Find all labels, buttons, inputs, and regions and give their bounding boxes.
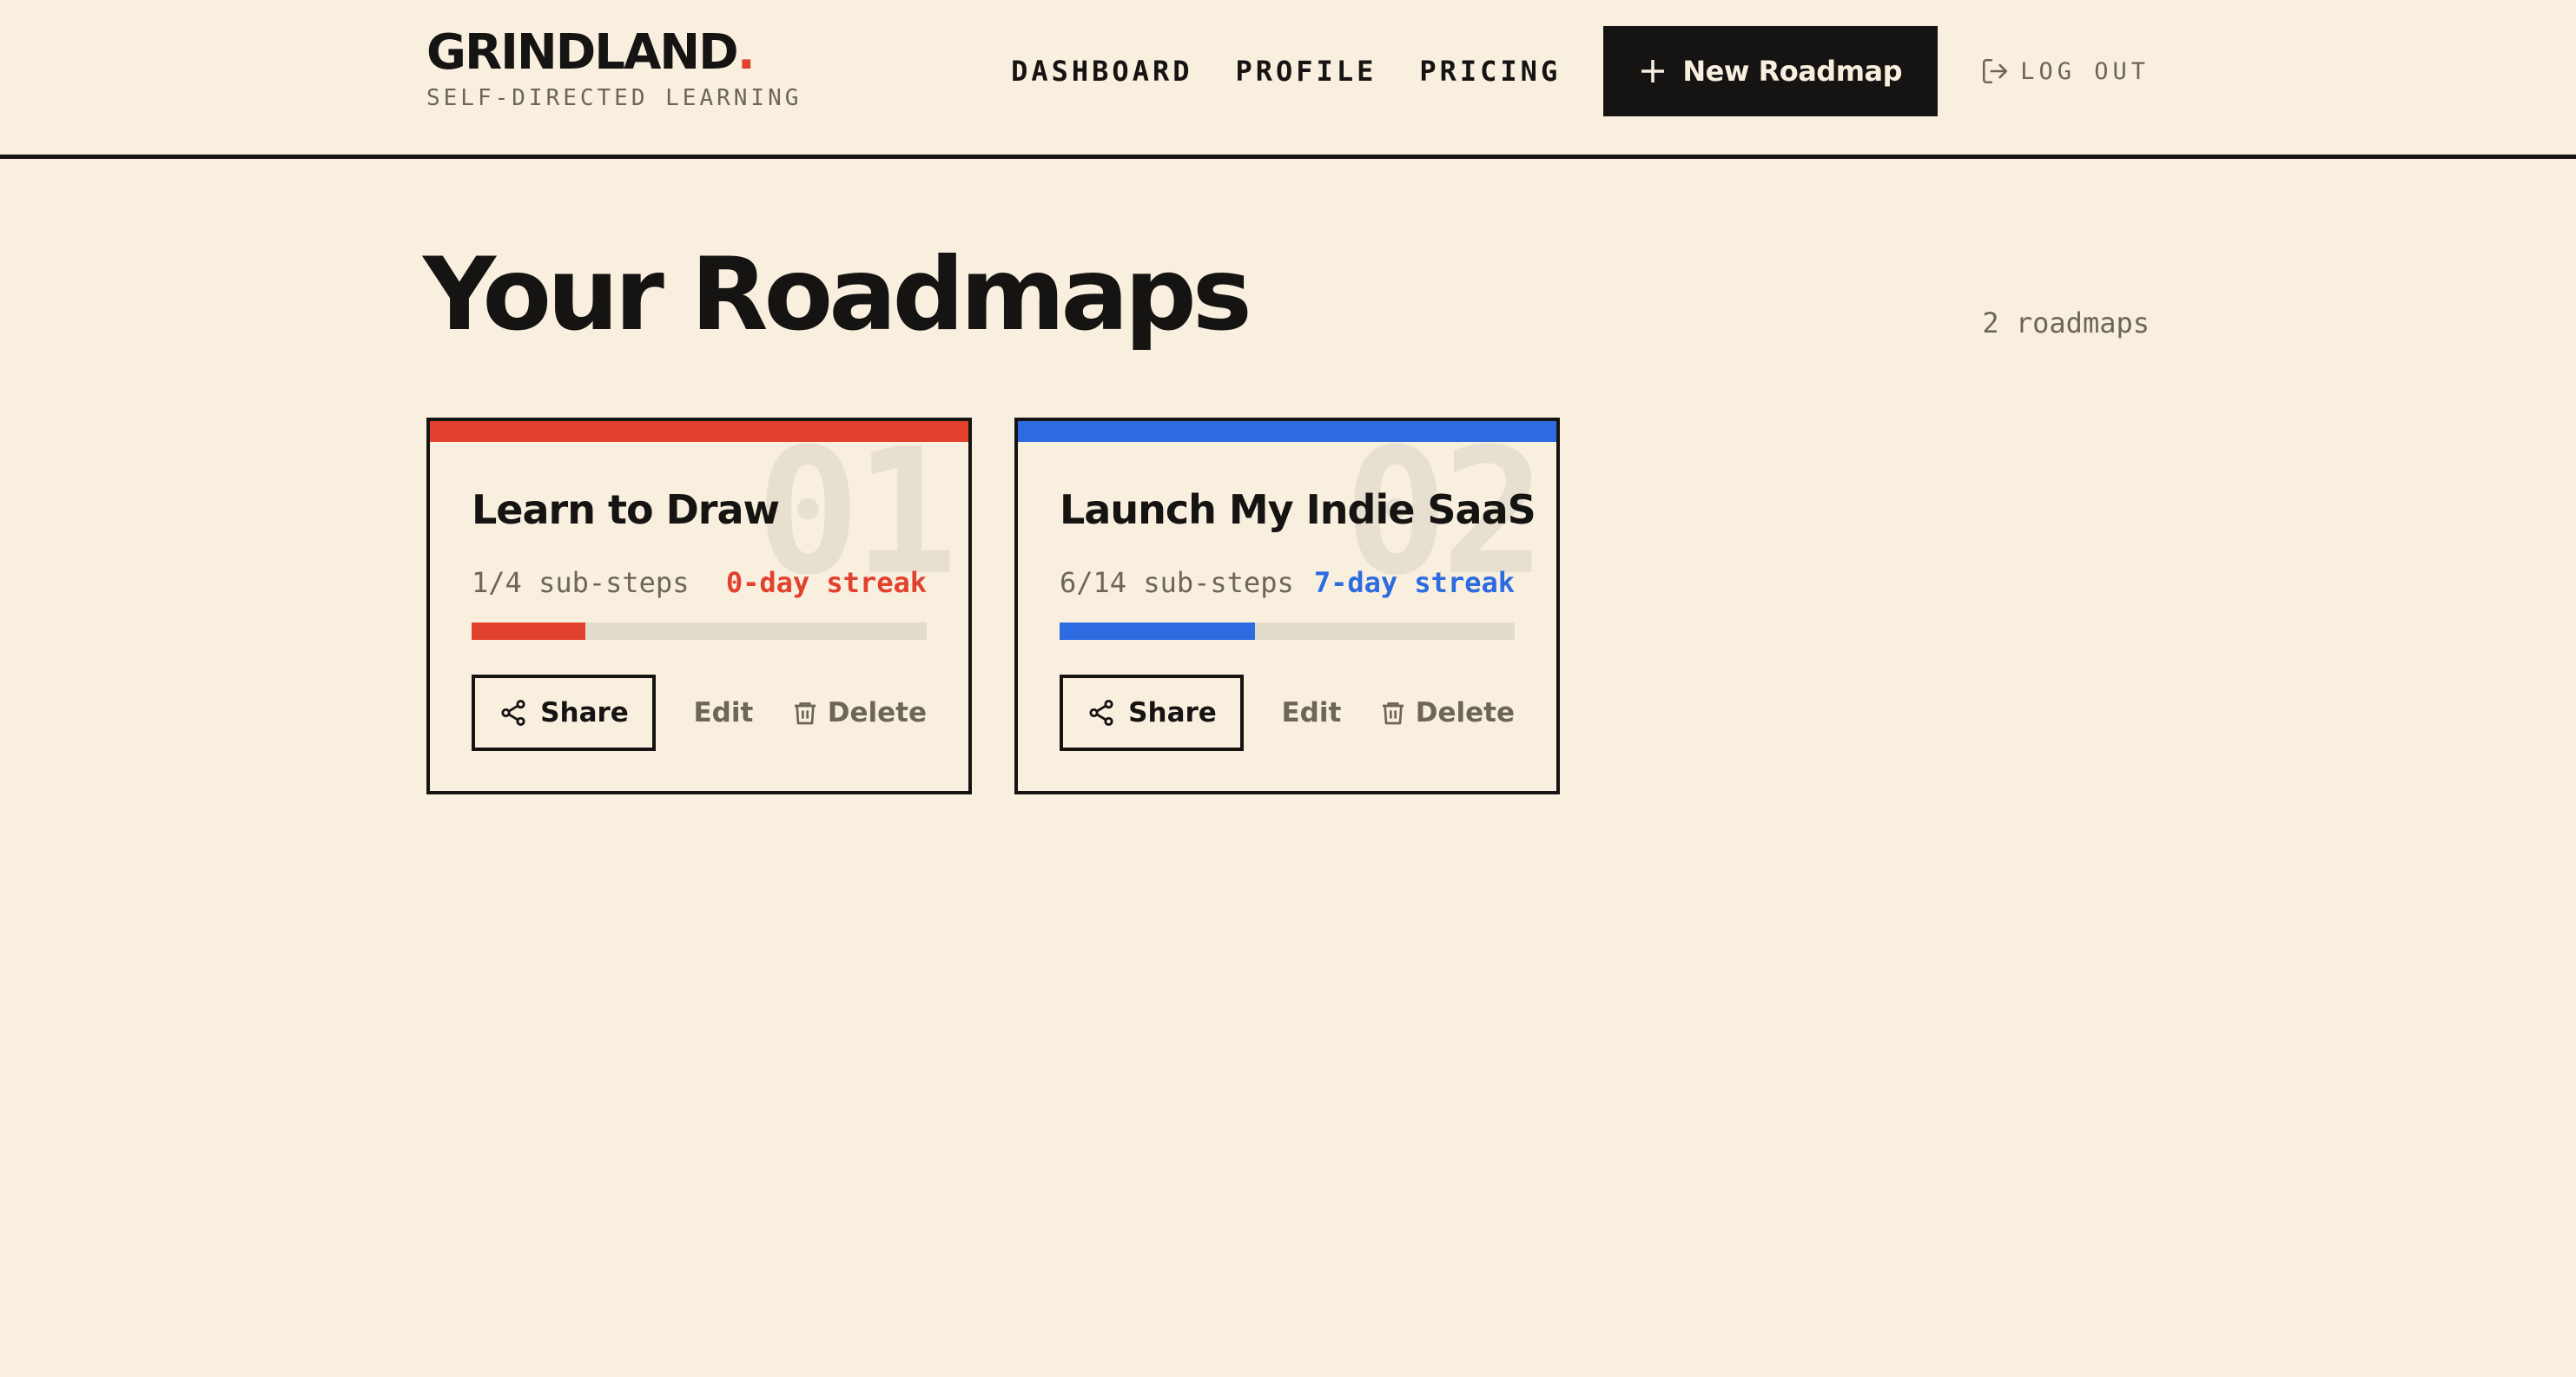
- logo[interactable]: GRINDLAND.: [426, 26, 802, 80]
- share-label: Share: [540, 697, 629, 728]
- card-actions: Share Edit Delete: [472, 675, 927, 751]
- logout-label: LOG OUT: [2020, 57, 2150, 85]
- new-roadmap-label: New Roadmap: [1682, 55, 1903, 88]
- substeps-count: 1/4 sub-steps: [472, 566, 690, 599]
- share-label: Share: [1128, 697, 1217, 728]
- delete-label: Delete: [827, 697, 927, 728]
- trash-icon: [794, 702, 816, 725]
- logout-icon: [1983, 58, 2008, 84]
- progress-bar: [472, 623, 927, 640]
- main-nav: DASHBOARD PROFILE PRICING New Roadmap LO…: [1011, 26, 2150, 116]
- progress-fill: [472, 623, 585, 640]
- card-meta: 6/14 sub-steps 7-day streak: [1060, 565, 1515, 600]
- streak-badge: 0-day streak: [725, 566, 927, 599]
- progress-fill: [1060, 623, 1255, 640]
- progress-bar: [1060, 623, 1515, 640]
- delete-button[interactable]: Delete: [1379, 697, 1515, 728]
- roadmap-card[interactable]: 02 Launch My Indie SaaS 6/14 sub-steps 7…: [1014, 418, 1560, 794]
- new-roadmap-button[interactable]: New Roadmap: [1603, 26, 1939, 116]
- plus-icon: [1641, 60, 1665, 82]
- nav-pricing[interactable]: PRICING: [1419, 55, 1561, 88]
- delete-button[interactable]: Delete: [791, 697, 927, 728]
- nav-profile[interactable]: PROFILE: [1235, 55, 1377, 88]
- edit-button[interactable]: Edit: [693, 697, 753, 728]
- card-actions: Share Edit Delete: [1060, 675, 1515, 751]
- delete-label: Delete: [1415, 697, 1515, 728]
- nav-dashboard[interactable]: DASHBOARD: [1011, 55, 1192, 88]
- logo-dot: .: [736, 24, 756, 81]
- trash-icon: [1382, 702, 1404, 725]
- roadmap-count: 2 roadmaps: [1982, 306, 2150, 339]
- streak-badge: 7-day streak: [1313, 566, 1515, 599]
- share-button[interactable]: Share: [472, 675, 656, 751]
- card-title[interactable]: Learn to Draw: [472, 484, 780, 536]
- edit-button[interactable]: Edit: [1281, 697, 1341, 728]
- top-header: GRINDLAND. SELF-DIRECTED LEARNING DASHBO…: [0, 0, 2576, 159]
- roadmap-list: 01 Learn to Draw 1/4 sub-steps 0-day str…: [426, 418, 1602, 794]
- substeps-count: 6/14 sub-steps: [1060, 566, 1294, 599]
- share-button[interactable]: Share: [1060, 675, 1244, 751]
- card-meta: 1/4 sub-steps 0-day streak: [472, 565, 927, 600]
- roadmap-card[interactable]: 01 Learn to Draw 1/4 sub-steps 0-day str…: [426, 418, 972, 794]
- brand[interactable]: GRINDLAND. SELF-DIRECTED LEARNING: [426, 26, 803, 112]
- card-title[interactable]: Launch My Indie SaaS: [1060, 484, 1536, 536]
- logout-button[interactable]: LOG OUT: [1980, 56, 2150, 86]
- share-icon: [1089, 699, 1113, 727]
- page-title: Your Roadmaps: [423, 236, 1252, 353]
- logo-text: GRINDLAND: [426, 24, 739, 81]
- share-icon: [501, 699, 525, 727]
- tagline: SELF-DIRECTED LEARNING: [426, 85, 803, 111]
